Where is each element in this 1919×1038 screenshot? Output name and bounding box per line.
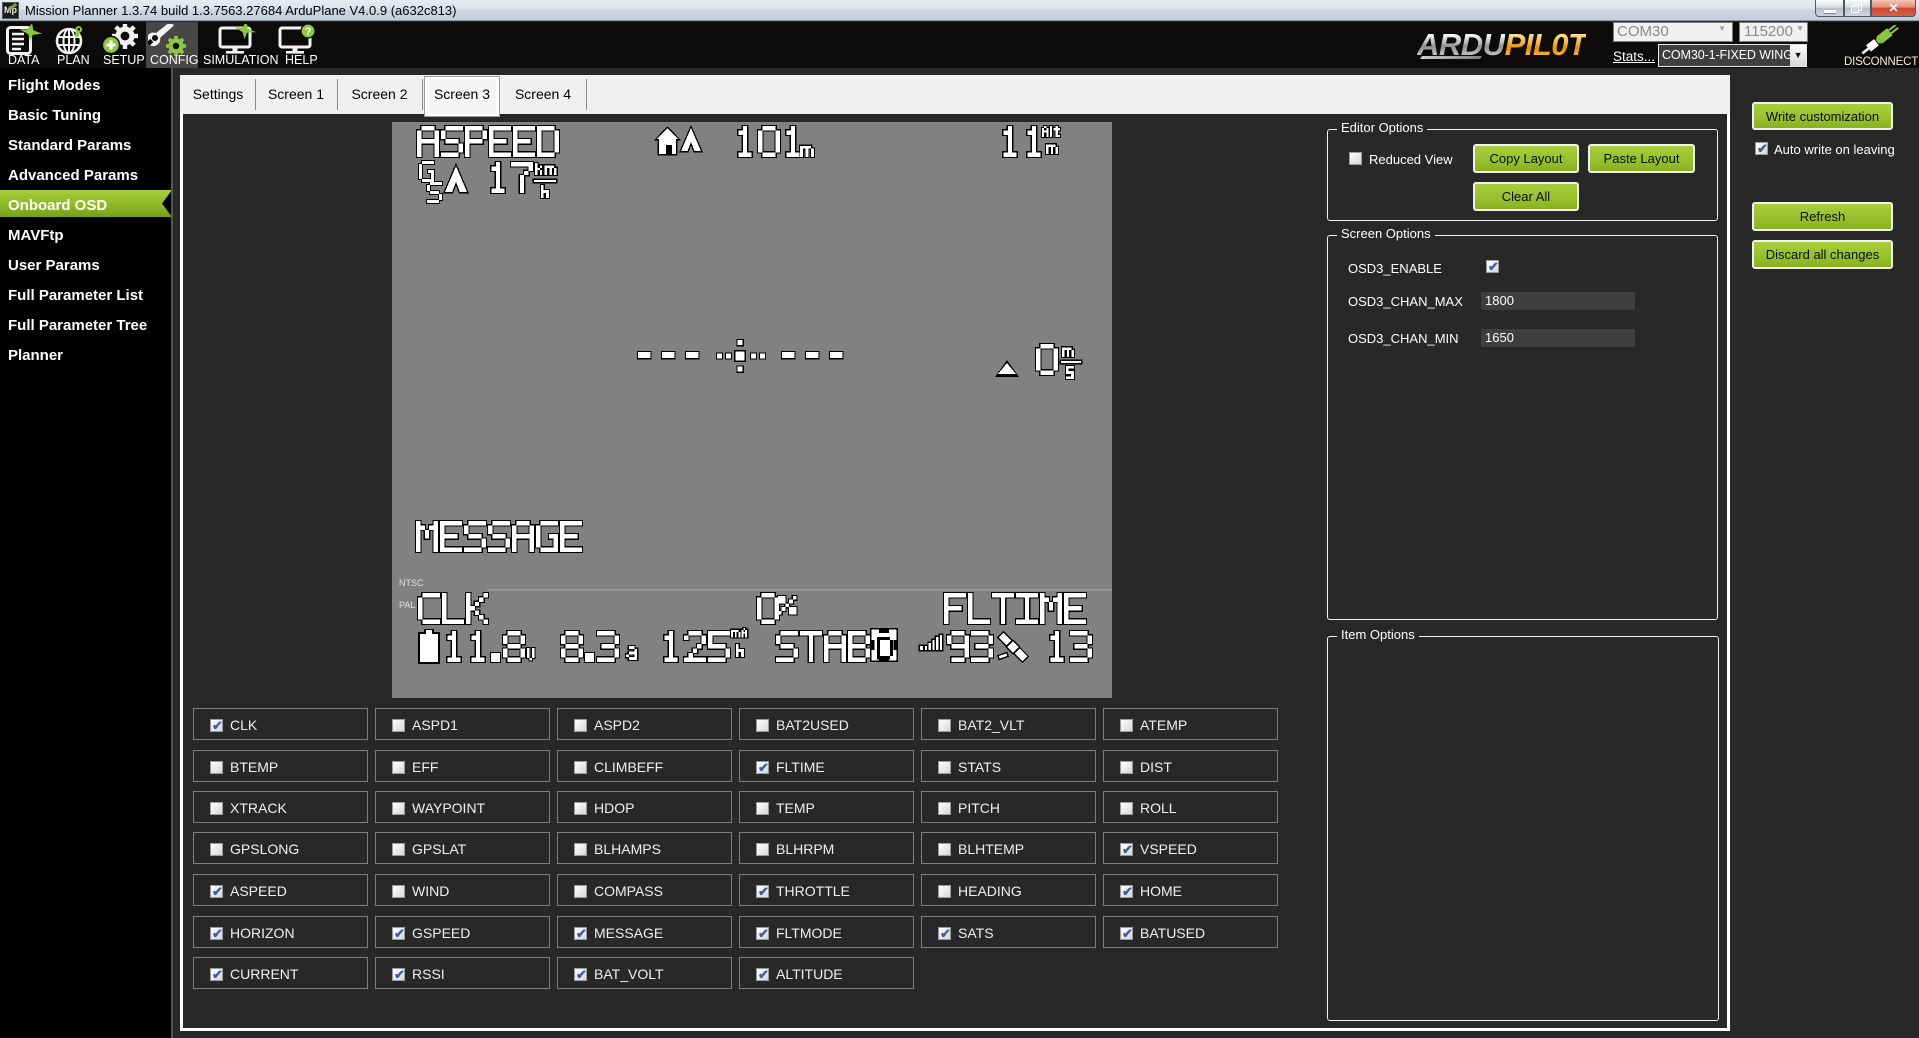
svg-text:?: ? — [305, 26, 312, 38]
svg-text:NTSC: NTSC — [399, 578, 424, 588]
svg-text:PAL: PAL — [399, 600, 415, 610]
